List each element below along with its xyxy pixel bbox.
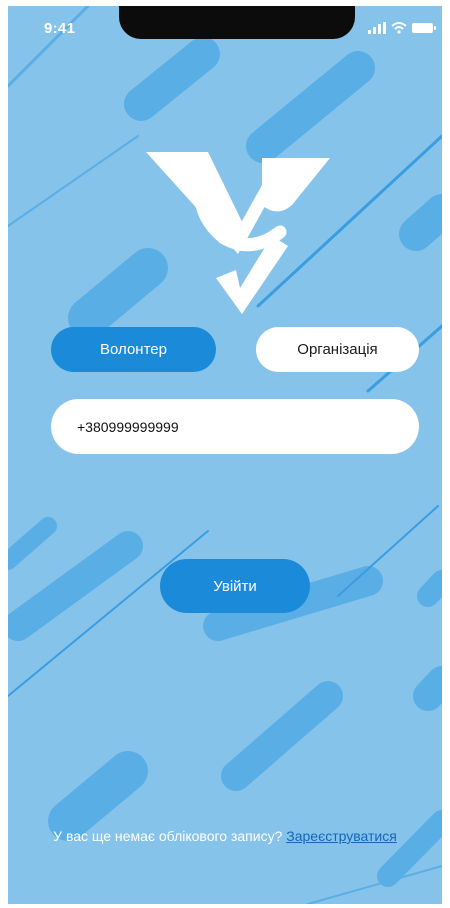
app-screen: 9:41 Волонтер Організація Увійти У вас щ… [8, 6, 442, 904]
signup-prompt-text: У вас ще немає облікового запису? [53, 828, 283, 844]
volunteer-toggle-button[interactable]: Волонтер [51, 327, 216, 372]
battery-icon [412, 23, 436, 33]
background-decoration [8, 6, 442, 904]
device-notch [119, 6, 355, 39]
signup-link[interactable]: Зареєструватися [286, 828, 397, 844]
status-time: 9:41 [44, 20, 76, 37]
organization-toggle-button[interactable]: Організація [256, 327, 419, 372]
login-button[interactable]: Увійти [160, 559, 310, 613]
wifi-icon [391, 22, 407, 34]
phone-input[interactable] [51, 399, 419, 454]
status-icons [368, 22, 436, 34]
app-logo [146, 152, 330, 314]
signup-prompt-line: У вас ще немає облікового запису? Зареєс… [8, 828, 442, 844]
signal-icon [368, 22, 386, 34]
